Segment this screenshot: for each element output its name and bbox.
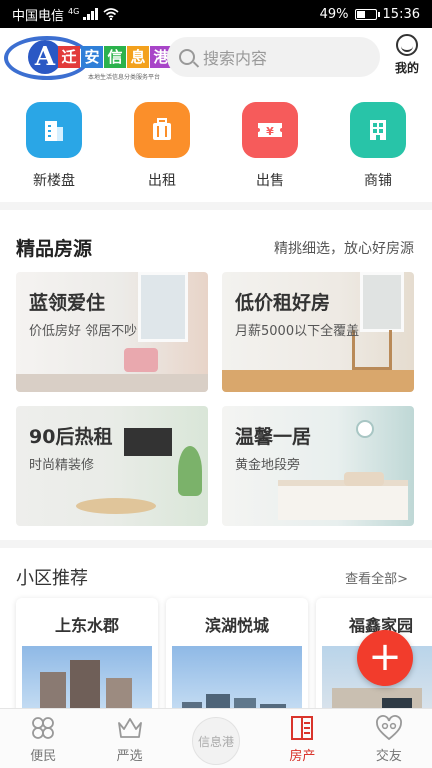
community-name: 上东水郡 xyxy=(54,616,119,635)
category-shop[interactable]: 商铺 xyxy=(324,86,432,202)
nav-item-home[interactable]: 信息港 xyxy=(173,709,259,768)
category-rent[interactable]: 出租 xyxy=(108,86,216,202)
logo-char: 迁 xyxy=(58,46,80,68)
category-grid: 新楼盘 出租 ¥ 出售 商铺 xyxy=(0,86,432,202)
community-name: 滨湖悦城 xyxy=(204,616,269,635)
category-label: 商铺 xyxy=(364,173,392,189)
category-new-building[interactable]: 新楼盘 xyxy=(0,86,108,202)
premium-section: 精品房源 精挑细选，放心好房源 蓝领爱住 价低房好 邻居不吵 低价租好房 月薪5… xyxy=(0,210,432,540)
center-logo: 信息港 xyxy=(192,717,241,765)
ticket-yen-icon: ¥ xyxy=(242,102,298,158)
nav-item-realestate[interactable]: 房产 xyxy=(259,709,345,768)
bed-image xyxy=(278,480,408,520)
tv-image xyxy=(124,428,172,456)
app-header: A 迁 安 信 息 港 本地生活信息分类服务平台 搜索内容 我的 xyxy=(0,28,432,86)
crown-icon xyxy=(117,718,142,738)
logo-letter: A xyxy=(28,40,62,74)
premium-tile-bluecollar[interactable]: 蓝领爱住 价低房好 邻居不吵 xyxy=(16,272,208,392)
nav-label: 便民 xyxy=(30,749,57,764)
category-label: 新楼盘 xyxy=(33,173,75,189)
battery-level xyxy=(356,10,365,18)
logo-char: 息 xyxy=(127,46,149,68)
tile-title: 90后热租 xyxy=(29,426,113,448)
battery-percent: 49% xyxy=(319,6,349,22)
logo-subtitle: 本地生活信息分类服务平台 xyxy=(88,74,161,81)
logo-char: 信 xyxy=(104,46,126,68)
svg-text:¥: ¥ xyxy=(266,125,274,138)
logo-char: 安 xyxy=(81,46,103,68)
category-sale[interactable]: ¥ 出售 xyxy=(216,86,324,202)
building-icon xyxy=(26,102,82,158)
floor-image xyxy=(222,370,414,392)
window-image xyxy=(138,272,188,342)
search-input[interactable]: 搜索内容 xyxy=(167,37,380,77)
mine-button[interactable]: 我的 xyxy=(392,34,422,76)
nav-item-selected[interactable]: 严选 xyxy=(86,709,172,768)
signal-icon xyxy=(83,8,99,20)
mine-label: 我的 xyxy=(394,61,419,75)
nav-label: 交友 xyxy=(375,749,402,764)
add-post-button[interactable]: + xyxy=(357,630,413,686)
user-icon xyxy=(396,34,418,56)
nav-item-convenience[interactable]: 便民 xyxy=(0,709,86,768)
tile-title: 蓝领爱住 xyxy=(29,292,106,314)
app-screen: 中国电信 4G 49% 15:36 A 迁 安 信 息 港 本地生活信息分类服务… xyxy=(0,0,432,768)
clover-icon xyxy=(32,717,55,739)
suitcase-icon xyxy=(134,102,190,158)
plant-image xyxy=(178,446,202,496)
clock: 15:36 xyxy=(382,6,420,22)
armchair-image xyxy=(124,348,158,372)
tile-title: 低价租好房 xyxy=(235,292,331,314)
section-title: 小区推荐 xyxy=(16,568,88,589)
battery-icon xyxy=(354,8,380,20)
nav-label: 房产 xyxy=(289,749,316,764)
window-image xyxy=(360,272,404,332)
premium-tile-cozy[interactable]: 温馨一居 黄金地段旁 xyxy=(222,406,414,526)
nav-label: 严选 xyxy=(116,749,143,764)
tile-subtitle: 时尚精装修 xyxy=(29,458,95,473)
status-bar: 中国电信 4G 49% 15:36 xyxy=(0,0,432,28)
wall-art-image xyxy=(356,420,374,438)
tile-subtitle: 黄金地段旁 xyxy=(235,458,301,473)
network-type: 4G xyxy=(68,6,80,16)
carrier: 中国电信 xyxy=(12,8,65,24)
view-all-link[interactable]: 查看全部> xyxy=(345,568,408,587)
tile-subtitle: 价低房好 邻居不吵 xyxy=(29,324,138,339)
tile-subtitle: 月薪5000以下全覆盖 xyxy=(235,324,360,339)
section-title: 精品房源 xyxy=(16,238,93,260)
search-placeholder: 搜索内容 xyxy=(203,49,268,68)
nav-item-social[interactable]: 交友 xyxy=(346,709,432,768)
logo-title: 迁 安 信 息 港 xyxy=(58,46,173,68)
section-subtitle: 精挑细选，放心好房源 xyxy=(274,241,414,257)
premium-tile-cheap-rent[interactable]: 低价租好房 月薪5000以下全覆盖 xyxy=(222,272,414,392)
floor-image xyxy=(16,374,208,392)
app-logo[interactable]: A 迁 安 信 息 港 本地生活信息分类服务平台 xyxy=(4,36,172,81)
category-label: 出租 xyxy=(148,173,176,189)
wifi-icon xyxy=(103,8,119,20)
building-list-icon xyxy=(291,716,314,740)
tile-title: 温馨一居 xyxy=(235,426,312,448)
shop-icon xyxy=(350,102,406,158)
heart-people-icon xyxy=(375,715,402,741)
search-icon xyxy=(179,49,195,65)
premium-tile-90s[interactable]: 90后热租 时尚精装修 xyxy=(16,406,208,526)
category-label: 出售 xyxy=(256,173,284,189)
bottom-nav: 便民 严选 信息港 房产 交友 xyxy=(0,708,432,768)
pillow-image xyxy=(344,472,384,486)
table-image xyxy=(76,498,156,514)
